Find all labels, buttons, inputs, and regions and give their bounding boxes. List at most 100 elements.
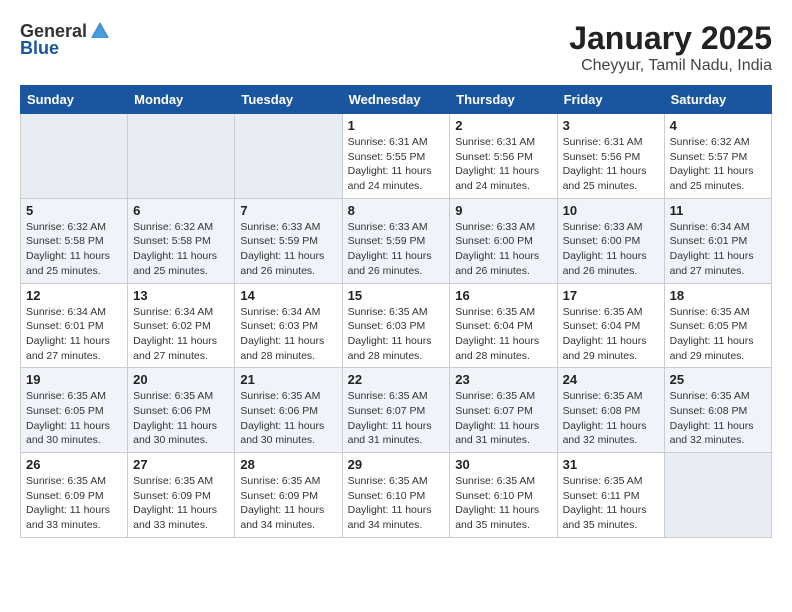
day-info: Sunrise: 6:35 AM Sunset: 6:10 PM Dayligh… (348, 474, 445, 533)
calendar-header-monday: Monday (128, 86, 235, 114)
day-info: Sunrise: 6:35 AM Sunset: 6:05 PM Dayligh… (26, 389, 122, 448)
day-number: 13 (133, 288, 229, 303)
day-info: Sunrise: 6:31 AM Sunset: 5:55 PM Dayligh… (348, 135, 445, 194)
calendar-cell: 29Sunrise: 6:35 AM Sunset: 6:10 PM Dayli… (342, 453, 450, 538)
day-number: 1 (348, 118, 445, 133)
day-info: Sunrise: 6:32 AM Sunset: 5:58 PM Dayligh… (26, 220, 122, 279)
day-number: 25 (670, 372, 766, 387)
day-info: Sunrise: 6:35 AM Sunset: 6:04 PM Dayligh… (455, 305, 551, 364)
calendar-cell (664, 453, 771, 538)
day-number: 3 (563, 118, 659, 133)
calendar-header-sunday: Sunday (21, 86, 128, 114)
calendar-header-tuesday: Tuesday (235, 86, 342, 114)
day-info: Sunrise: 6:35 AM Sunset: 6:11 PM Dayligh… (563, 474, 659, 533)
day-number: 12 (26, 288, 122, 303)
day-number: 18 (670, 288, 766, 303)
calendar-cell: 31 Sunrise: 6:35 AM Sunset: 6:11 PM Dayli… (557, 453, 664, 538)
calendar-cell: 4 Sunrise: 6:32 AM Sunset: 5:57 PM Daylig… (664, 114, 771, 199)
calendar-cell: 13 Sunrise: 6:34 AM Sunset: 6:02 PM Dayli… (128, 283, 235, 368)
day-info: Sunrise: 6:35 AM Sunset: 6:08 PM Dayligh… (563, 389, 659, 448)
calendar-cell: 23Sunrise: 6:35 AM Sunset: 6:07 PM Dayli… (450, 368, 557, 453)
calendar-header-saturday: Saturday (664, 86, 771, 114)
day-number: 16 (455, 288, 551, 303)
calendar-cell: 22 Sunrise: 6:35 AM Sunset: 6:07 PM Dayli… (342, 368, 450, 453)
day-number: 22 (348, 372, 445, 387)
day-info: Sunrise: 6:35 AM Sunset: 6:09 PM Dayligh… (133, 474, 229, 533)
day-info: Sunrise: 6:34 AM Sunset: 6:01 PM Dayligh… (670, 220, 766, 279)
day-number: 7 (240, 203, 336, 218)
day-info: Sunrise: 6:35 AM Sunset: 6:06 PM Dayligh… (240, 389, 336, 448)
calendar-cell: 26Sunrise: 6:35 AM Sunset: 6:09 PM Dayli… (21, 453, 128, 538)
calendar-cell: 19 Sunrise: 6:35 AM Sunset: 6:05 PM Dayli… (21, 368, 128, 453)
calendar-cell: 27 Sunrise: 6:35 AM Sunset: 6:09 PM Dayli… (128, 453, 235, 538)
day-info: Sunrise: 6:34 AM Sunset: 6:01 PM Dayligh… (26, 305, 122, 364)
day-number: 21 (240, 372, 336, 387)
day-number: 27 (133, 457, 229, 472)
day-info: Sunrise: 6:35 AM Sunset: 6:03 PM Dayligh… (348, 305, 445, 364)
day-info: Sunrise: 6:34 AM Sunset: 6:02 PM Dayligh… (133, 305, 229, 364)
day-number: 20 (133, 372, 229, 387)
day-info: Sunrise: 6:31 AM Sunset: 5:56 PM Dayligh… (563, 135, 659, 194)
day-number: 23 (455, 372, 551, 387)
calendar-cell: 8 Sunrise: 6:33 AM Sunset: 5:59 PM Daylig… (342, 198, 450, 283)
calendar-cell: 30 Sunrise: 6:35 AM Sunset: 6:10 PM Dayli… (450, 453, 557, 538)
day-info: Sunrise: 6:35 AM Sunset: 6:09 PM Dayligh… (240, 474, 336, 533)
calendar-cell: 28 Sunrise: 6:35 AM Sunset: 6:09 PM Dayli… (235, 453, 342, 538)
calendar-header-thursday: Thursday (450, 86, 557, 114)
day-number: 17 (563, 288, 659, 303)
month-title: January 2025 (569, 20, 772, 57)
day-info: Sunrise: 6:33 AM Sunset: 5:59 PM Dayligh… (240, 220, 336, 279)
calendar-week-row: 26 Sunrise: 6:35 AM Sunset: 6:09 PM Dayli… (21, 453, 772, 538)
day-number: 9 (455, 203, 551, 218)
day-number: 10 (563, 203, 659, 218)
calendar-cell: 16 Sunrise: 6:35 AM Sunset: 6:04 PM Dayli… (450, 283, 557, 368)
calendar-cell: 25 Sunrise: 6:35 AM Sunset: 6:08 PM Dayli… (664, 368, 771, 453)
calendar-week-row: 12 Sunrise: 6:34 AM Sunset: 6:01 PM Dayli… (21, 283, 772, 368)
calendar-week-row: 5 Sunrise: 6:32 AM Sunset: 5:58 PM Daylig… (21, 198, 772, 283)
day-number: 4 (670, 118, 766, 133)
day-number: 15 (348, 288, 445, 303)
logo: General Blue (20, 20, 111, 59)
calendar-cell (128, 114, 235, 199)
day-number: 26 (26, 457, 122, 472)
calendar-cell: 1 Sunrise: 6:31 AM Sunset: 5:55 PM Daylig… (342, 114, 450, 199)
day-info: Sunrise: 6:31 AM Sunset: 5:56 PM Dayligh… (455, 135, 551, 194)
day-number: 19 (26, 372, 122, 387)
calendar-cell: 10 Sunrise: 6:33 AM Sunset: 6:00 PM Dayli… (557, 198, 664, 283)
day-number: 24 (563, 372, 659, 387)
title-block: January 2025 Cheyyur, Tamil Nadu, India (569, 20, 772, 75)
calendar-cell: 24 Sunrise: 6:35 AM Sunset: 6:08 PM Dayli… (557, 368, 664, 453)
calendar-cell: 20 Sunrise: 6:35 AM Sunset: 6:06 PM Dayli… (128, 368, 235, 453)
day-info: Sunrise: 6:35 AM Sunset: 6:05 PM Dayligh… (670, 305, 766, 364)
day-info: Sunrise: 6:35 AM Sunset: 6:07 PM Dayligh… (348, 389, 445, 448)
day-info: Sunrise: 6:35 AM Sunset: 6:04 PM Dayligh… (563, 305, 659, 364)
calendar-cell: 3 Sunrise: 6:31 AM Sunset: 5:56 PM Daylig… (557, 114, 664, 199)
day-info: Sunrise: 6:33 AM Sunset: 6:00 PM Dayligh… (455, 220, 551, 279)
day-info: Sunrise: 6:35 AM Sunset: 6:08 PM Dayligh… (670, 389, 766, 448)
calendar-cell: 18 Sunrise: 6:35 AM Sunset: 6:05 PM Dayli… (664, 283, 771, 368)
calendar-header-wednesday: Wednesday (342, 86, 450, 114)
calendar-week-row: 19 Sunrise: 6:35 AM Sunset: 6:05 PM Dayli… (21, 368, 772, 453)
calendar-cell: 11Sunrise: 6:34 AM Sunset: 6:01 PM Dayli… (664, 198, 771, 283)
day-number: 30 (455, 457, 551, 472)
calendar-header-row: SundayMondayTuesdayWednesdayThursdayFrid… (21, 86, 772, 114)
calendar-cell (21, 114, 128, 199)
calendar-cell: 14Sunrise: 6:34 AM Sunset: 6:03 PM Dayli… (235, 283, 342, 368)
day-info: Sunrise: 6:32 AM Sunset: 5:58 PM Dayligh… (133, 220, 229, 279)
day-info: Sunrise: 6:34 AM Sunset: 6:03 PM Dayligh… (240, 305, 336, 364)
location: Cheyyur, Tamil Nadu, India (569, 57, 772, 75)
calendar-cell: 7 Sunrise: 6:33 AM Sunset: 5:59 PM Daylig… (235, 198, 342, 283)
day-info: Sunrise: 6:33 AM Sunset: 6:00 PM Dayligh… (563, 220, 659, 279)
calendar-header-friday: Friday (557, 86, 664, 114)
calendar-cell: 6Sunrise: 6:32 AM Sunset: 5:58 PM Daylig… (128, 198, 235, 283)
day-info: Sunrise: 6:32 AM Sunset: 5:57 PM Dayligh… (670, 135, 766, 194)
day-info: Sunrise: 6:33 AM Sunset: 5:59 PM Dayligh… (348, 220, 445, 279)
day-info: Sunrise: 6:35 AM Sunset: 6:10 PM Dayligh… (455, 474, 551, 533)
day-number: 28 (240, 457, 336, 472)
day-number: 2 (455, 118, 551, 133)
day-number: 31 (563, 457, 659, 472)
day-number: 8 (348, 203, 445, 218)
day-number: 5 (26, 203, 122, 218)
day-info: Sunrise: 6:35 AM Sunset: 6:06 PM Dayligh… (133, 389, 229, 448)
calendar-cell: 5 Sunrise: 6:32 AM Sunset: 5:58 PM Daylig… (21, 198, 128, 283)
